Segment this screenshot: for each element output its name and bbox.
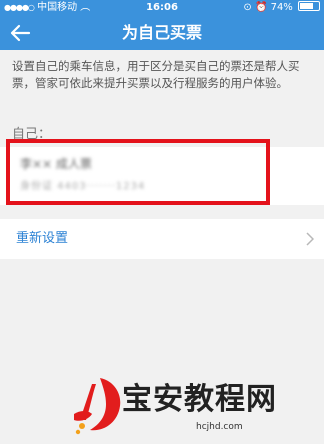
status-bar: ●●●●○ 中国移动 ︵ 16:06 ⊙ ⏰ 74% bbox=[0, 0, 324, 16]
alarm-icon: ⏰ bbox=[254, 2, 268, 13]
reset-settings-row[interactable]: 重新设置 bbox=[0, 219, 324, 259]
watermark-text: 宝安教程网 bbox=[122, 382, 277, 417]
description-text: 设置自己的乘车信息，用于区分是买自己的票还是帮人买票，管家可依此来提升买票以及行… bbox=[12, 59, 300, 90]
reset-settings-label: 重新设置 bbox=[16, 231, 69, 246]
nav-bar: 为自己买票 bbox=[0, 16, 324, 50]
page-title: 为自己买票 bbox=[121, 23, 202, 42]
watermark-logo-icon bbox=[74, 378, 121, 435]
battery-icon bbox=[298, 1, 320, 11]
watermark: 宝安教程网 hcjhd.com bbox=[70, 372, 324, 444]
highlight-annotation-box bbox=[6, 139, 270, 205]
watermark-url: hcjhd.com bbox=[196, 422, 243, 432]
status-right: ⊙ ⏰ 74% bbox=[243, 0, 320, 16]
chevron-right-icon bbox=[306, 232, 314, 246]
orientation-lock-icon: ⊙ bbox=[243, 2, 252, 13]
battery-percent: 74% bbox=[270, 2, 293, 13]
